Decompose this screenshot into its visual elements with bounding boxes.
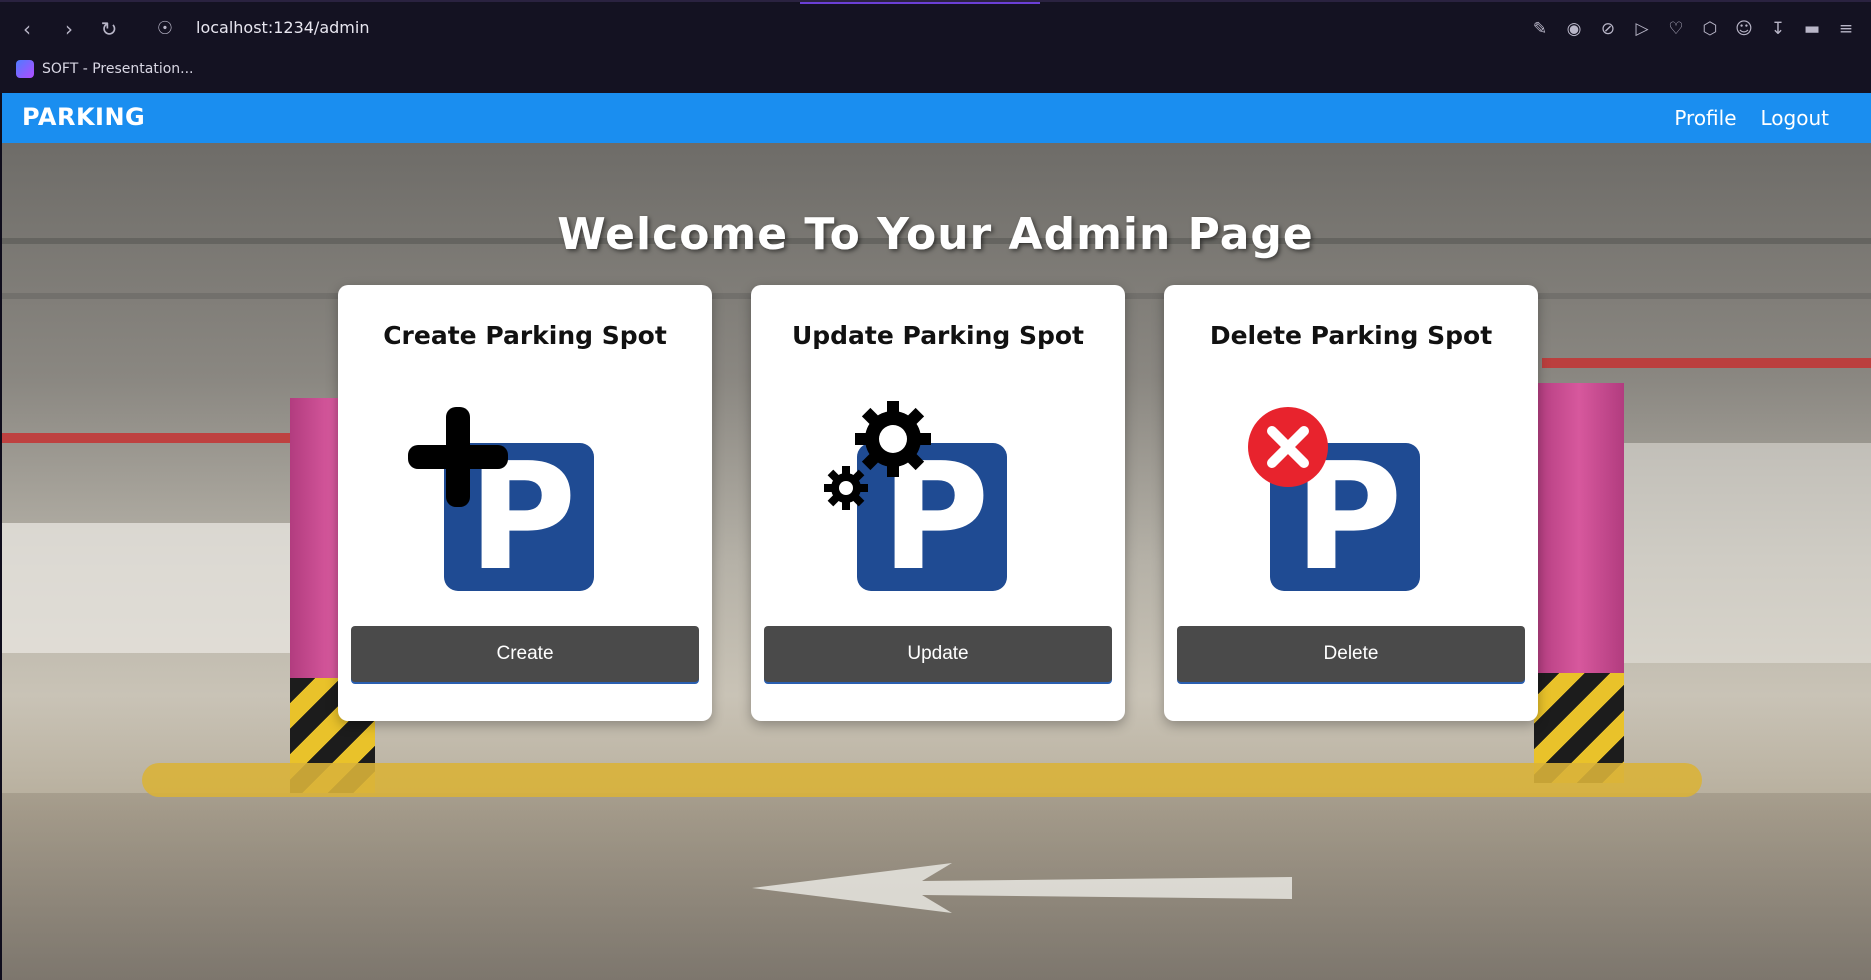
delete-card: Delete Parking Spot P Delete <box>1164 285 1538 721</box>
settings-icon[interactable]: ≡ <box>1835 16 1857 42</box>
site-info-icon[interactable]: ☉ <box>152 16 178 42</box>
camera-icon[interactable]: ◉ <box>1563 16 1585 42</box>
block-icon[interactable]: ⊘ <box>1597 16 1619 42</box>
card-title: Delete Parking Spot <box>1209 321 1493 350</box>
create-button[interactable]: Create <box>351 626 699 682</box>
heart-icon[interactable]: ♡ <box>1665 16 1687 42</box>
update-button[interactable]: Update <box>764 626 1112 682</box>
page-title: Welcome To Your Admin Page <box>557 209 1314 261</box>
delete-button[interactable]: Delete <box>1177 626 1525 682</box>
send-icon[interactable]: ▷ <box>1631 16 1653 42</box>
parking-settings-icon: P <box>824 401 1051 597</box>
tab-accent <box>800 2 1040 4</box>
account-icon[interactable]: ☺ <box>1733 16 1755 42</box>
card-title: Update Parking Spot <box>791 321 1085 350</box>
bookmark-label: SOFT - Presentation... <box>42 61 194 77</box>
back-icon[interactable]: ‹ <box>14 16 40 42</box>
bookmark-favicon-icon <box>16 60 34 78</box>
browser-chrome: ‹ › ↻ ☉ localhost:1234/admin ✎ ◉ ⊘ ▷ ♡ ⬡… <box>0 0 1871 93</box>
edit-icon[interactable]: ✎ <box>1529 16 1551 42</box>
create-card: Create Parking Spot P Create <box>338 285 712 721</box>
download-icon[interactable]: ↧ <box>1767 16 1789 42</box>
reload-icon[interactable]: ↻ <box>96 16 122 42</box>
browser-toolbar: ✎ ◉ ⊘ ▷ ♡ ⬡ ☺ ↧ ▬ ≡ <box>1529 16 1857 42</box>
bookmark-item[interactable]: SOFT - Presentation... <box>16 60 194 78</box>
update-card: Update Parking Spot P Update <box>751 285 1125 721</box>
forward-icon[interactable]: › <box>56 16 82 42</box>
battery-icon[interactable]: ▬ <box>1801 16 1823 42</box>
brand-logo[interactable]: PARKING <box>22 103 145 131</box>
logout-link[interactable]: Logout <box>1761 106 1829 130</box>
cube-icon[interactable]: ⬡ <box>1699 16 1721 42</box>
app-navbar: PARKING Profile Logout <box>2 93 1871 143</box>
card-title: Create Parking Spot <box>383 321 667 350</box>
address-bar[interactable]: localhost:1234/admin <box>196 18 369 37</box>
parking-add-icon: P <box>408 407 638 597</box>
profile-link[interactable]: Profile <box>1674 106 1736 130</box>
parking-delete-icon: P <box>1238 407 1464 597</box>
floor-arrow-icon <box>752 863 1292 913</box>
